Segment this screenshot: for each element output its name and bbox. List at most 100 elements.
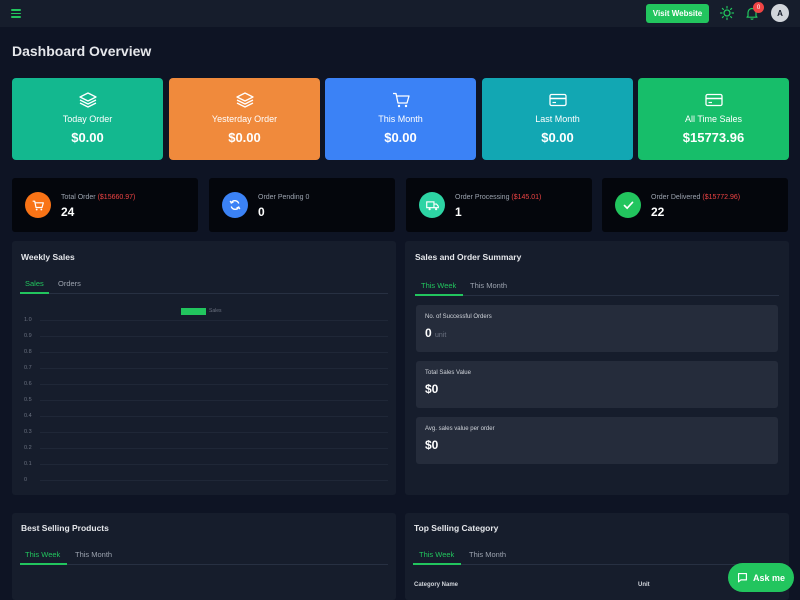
- mini-label: Order Delivered ($15772.96): [651, 194, 741, 201]
- summary-value: $0: [425, 382, 439, 396]
- stat-label: Last Month: [535, 114, 580, 124]
- avg-sales-box: Avg. sales value per order $0: [416, 417, 778, 464]
- ask-me-label: Ask me: [752, 572, 786, 583]
- tab-this-week[interactable]: This Week: [421, 281, 456, 290]
- tab-divider: [413, 564, 781, 565]
- tab-divider: [415, 295, 779, 296]
- credit-card-icon: [704, 93, 723, 107]
- refresh-icon: [222, 192, 248, 218]
- legend-label: Sales: [209, 308, 222, 314]
- stat-card-last-month: Last Month $0.00: [482, 78, 633, 160]
- order-pending-card: Order Pending 0 0: [209, 178, 395, 232]
- credit-card-icon: [548, 93, 567, 107]
- visit-website-button[interactable]: Visit Website: [646, 4, 709, 23]
- gridline: [40, 432, 388, 433]
- weekly-sales-title: Weekly Sales: [21, 252, 75, 262]
- tab-divider: [20, 293, 388, 294]
- stat-value: $0.00: [541, 130, 574, 145]
- avatar[interactable]: A: [771, 4, 789, 22]
- summary-value: 0 unit: [425, 326, 447, 340]
- legend-swatch: [181, 308, 206, 315]
- mini-label: Order Pending 0: [258, 194, 310, 201]
- y-tick-label: 0.2: [24, 445, 32, 451]
- gridline: [40, 464, 388, 465]
- stat-value: $15773.96: [682, 130, 745, 145]
- tab-divider: [20, 564, 388, 565]
- summary-label: No. of Successful Orders: [425, 314, 492, 320]
- cart-icon: [392, 92, 410, 108]
- y-tick-label: 0.7: [24, 365, 32, 371]
- stat-label: Yesterday Order: [211, 114, 278, 124]
- y-tick-label: 1.0: [24, 317, 32, 323]
- mini-label: Order Processing ($145.01): [455, 194, 542, 201]
- menu-icon[interactable]: [11, 9, 21, 18]
- y-tick-label: 0.1: [24, 461, 32, 467]
- layers-icon: [78, 92, 97, 108]
- order-processing-card: Order Processing ($145.01) 1: [406, 178, 592, 232]
- gridline: [40, 368, 388, 369]
- layers-icon: [235, 92, 254, 108]
- stat-value: $0.00: [228, 130, 261, 145]
- best-selling-title: Best Selling Products: [21, 523, 109, 533]
- stat-label: Today Order: [62, 114, 113, 124]
- tab-sales[interactable]: Sales: [25, 279, 44, 288]
- tab-active-indicator: [20, 292, 49, 294]
- mini-value: 22: [651, 205, 665, 219]
- y-tick-label: 0.6: [24, 381, 32, 387]
- tab-active-indicator: [415, 294, 463, 296]
- gridline: [40, 384, 388, 385]
- top-bar: Visit Website 0 A: [0, 0, 800, 27]
- gridline: [40, 352, 388, 353]
- truck-icon: [419, 192, 445, 218]
- tab-this-month[interactable]: This Month: [470, 281, 507, 290]
- y-tick-label: 0.5: [24, 397, 32, 403]
- stat-label: This Month: [378, 114, 423, 124]
- total-sales-box: Total Sales Value $0: [416, 361, 778, 408]
- summary-label: Avg. sales value per order: [425, 426, 495, 432]
- gridline: [40, 336, 388, 337]
- stat-card-this-month: This Month $0.00: [325, 78, 476, 160]
- stat-card-all-time-sales: All Time Sales $15773.96: [638, 78, 789, 160]
- check-icon: [615, 192, 641, 218]
- y-tick-label: 0: [24, 477, 28, 483]
- tab-this-week[interactable]: This Week: [25, 550, 60, 559]
- summary-label: Total Sales Value: [425, 370, 471, 376]
- mini-value: 24: [61, 205, 75, 219]
- page-title: Dashboard Overview: [12, 43, 152, 59]
- tab-orders[interactable]: Orders: [58, 279, 81, 288]
- column-header-category: Category Name: [414, 582, 459, 588]
- top-category-title: Top Selling Category: [414, 523, 499, 533]
- stat-card-yesterday-order: Yesterday Order $0.00: [169, 78, 320, 160]
- gridline: [40, 320, 388, 321]
- summary-title: Sales and Order Summary: [415, 252, 522, 262]
- chat-icon: [737, 572, 748, 583]
- tab-active-indicator: [413, 563, 461, 565]
- gridline: [40, 400, 388, 401]
- y-tick-label: 0.4: [24, 413, 32, 419]
- successful-orders-box: No. of Successful Orders 0 unit: [416, 305, 778, 352]
- tab-this-month[interactable]: This Month: [75, 550, 112, 559]
- cart-icon: [25, 192, 51, 218]
- summary-value: $0: [425, 438, 439, 452]
- column-header-unit: Unit: [638, 582, 650, 588]
- mini-label: Total Order ($15660.97): [61, 194, 136, 201]
- order-delivered-card: Order Delivered ($15772.96) 22: [602, 178, 788, 232]
- gridline: [40, 480, 388, 481]
- y-tick-label: 0.9: [24, 333, 32, 339]
- y-tick-label: 0.8: [24, 349, 32, 355]
- tab-this-month[interactable]: This Month: [469, 550, 506, 559]
- gridline: [40, 448, 388, 449]
- y-tick-label: 0.3: [24, 429, 32, 435]
- notification-badge: 0: [753, 2, 764, 13]
- sun-icon[interactable]: [719, 5, 735, 21]
- stat-card-today-order: Today Order $0.00: [12, 78, 163, 160]
- tab-this-week[interactable]: This Week: [419, 550, 454, 559]
- ask-me-button[interactable]: Ask me: [728, 563, 794, 592]
- gridline: [40, 416, 388, 417]
- total-order-card: Total Order ($15660.97) 24: [12, 178, 198, 232]
- stat-value: $0.00: [71, 130, 104, 145]
- stat-value: $0.00: [384, 130, 417, 145]
- tab-active-indicator: [20, 563, 67, 565]
- mini-value: 1: [455, 205, 462, 219]
- stat-label: All Time Sales: [684, 114, 743, 124]
